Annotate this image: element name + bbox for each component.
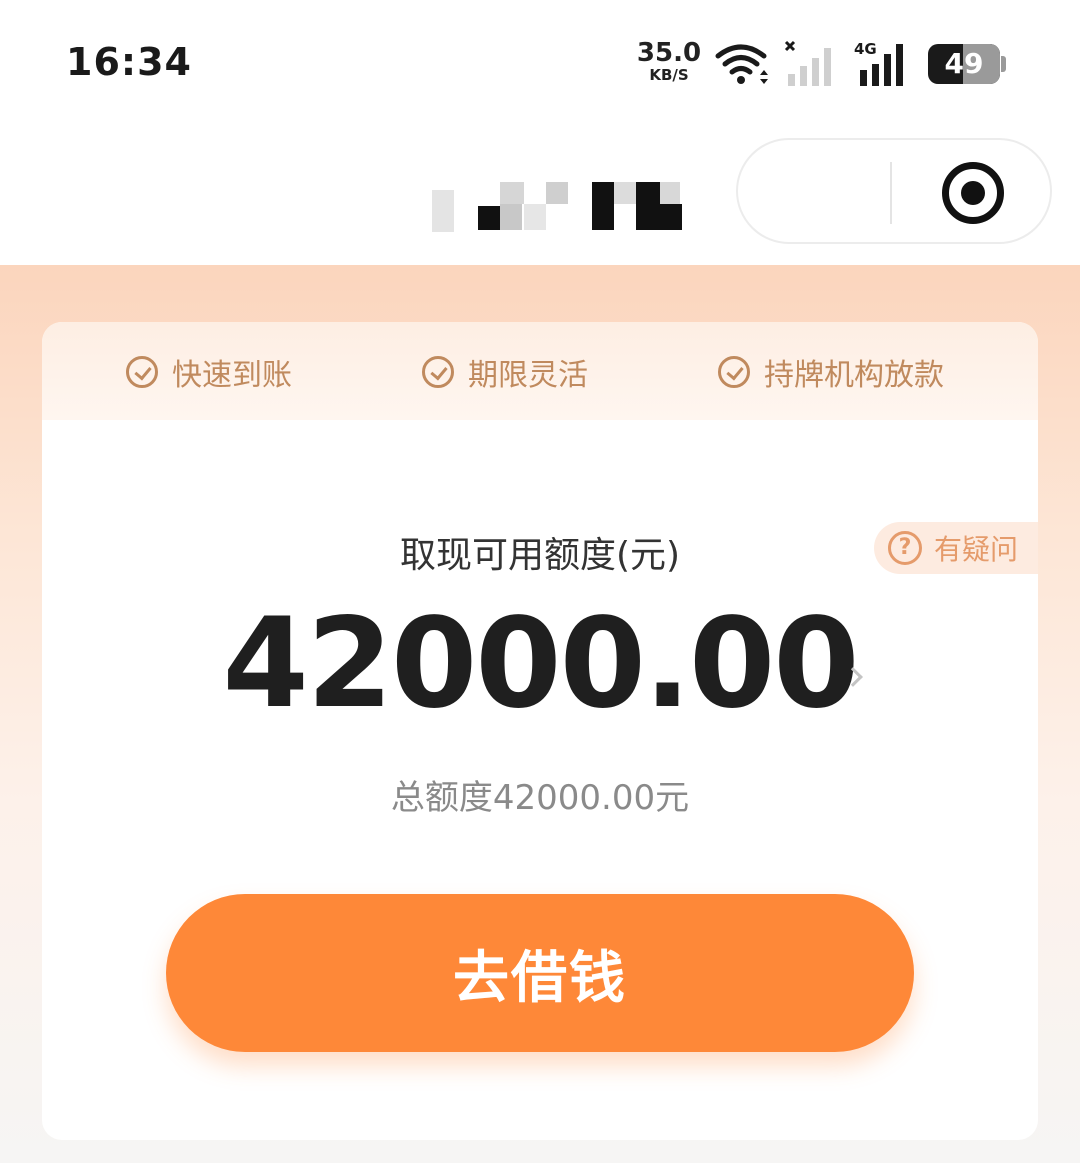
benefit-bar: 快速到账 期限灵活 持牌机构放款 [42, 322, 1038, 420]
borrow-button[interactable]: 去借钱 [166, 894, 914, 1052]
check-circle-icon [126, 356, 158, 388]
check-circle-icon [422, 356, 454, 388]
record-target-icon[interactable] [942, 162, 1004, 224]
mini-app-header [0, 120, 1080, 265]
available-amount[interactable]: 42000.00 [42, 602, 1038, 726]
benefit-licensed-lender: 持牌机构放款 [718, 350, 944, 394]
sim1-signal-icon [784, 40, 831, 86]
mini-program-capsule [736, 138, 1052, 244]
battery-icon: 49 [928, 44, 1006, 86]
check-circle-icon [718, 356, 750, 388]
obscured-title [430, 180, 690, 232]
benefit-flexible-term: 期限灵活 [422, 350, 588, 394]
sim2-signal-icon: 4G [854, 40, 903, 86]
benefit-label: 持牌机构放款 [764, 358, 944, 393]
benefit-label: 快速到账 [172, 358, 292, 393]
network-speed-unit: KB/S [649, 66, 689, 84]
quota-card: 快速到账 期限灵活 持牌机构放款 取现可用额度(元) ? 有疑问 42000.0… [42, 322, 1038, 1140]
question-circle-icon: ? [888, 531, 922, 565]
wifi-icon [715, 44, 768, 84]
help-button[interactable]: ? 有疑问 [874, 522, 1038, 574]
sim2-network-label: 4G [854, 40, 877, 58]
network-speed: 35.0 KB/S [634, 40, 704, 83]
benefit-label: 期限灵活 [468, 358, 588, 393]
status-time: 16:34 [66, 40, 192, 84]
network-speed-value: 35.0 [636, 38, 702, 68]
status-bar: 16:34 35.0 KB/S 4G 49 [0, 0, 1080, 120]
help-label: 有疑问 [934, 533, 1019, 566]
battery-level: 49 [944, 47, 984, 80]
capsule-divider [890, 162, 892, 224]
total-quota: 总额度42000.00元 [390, 778, 690, 818]
benefit-fast-arrival: 快速到账 [126, 350, 292, 394]
